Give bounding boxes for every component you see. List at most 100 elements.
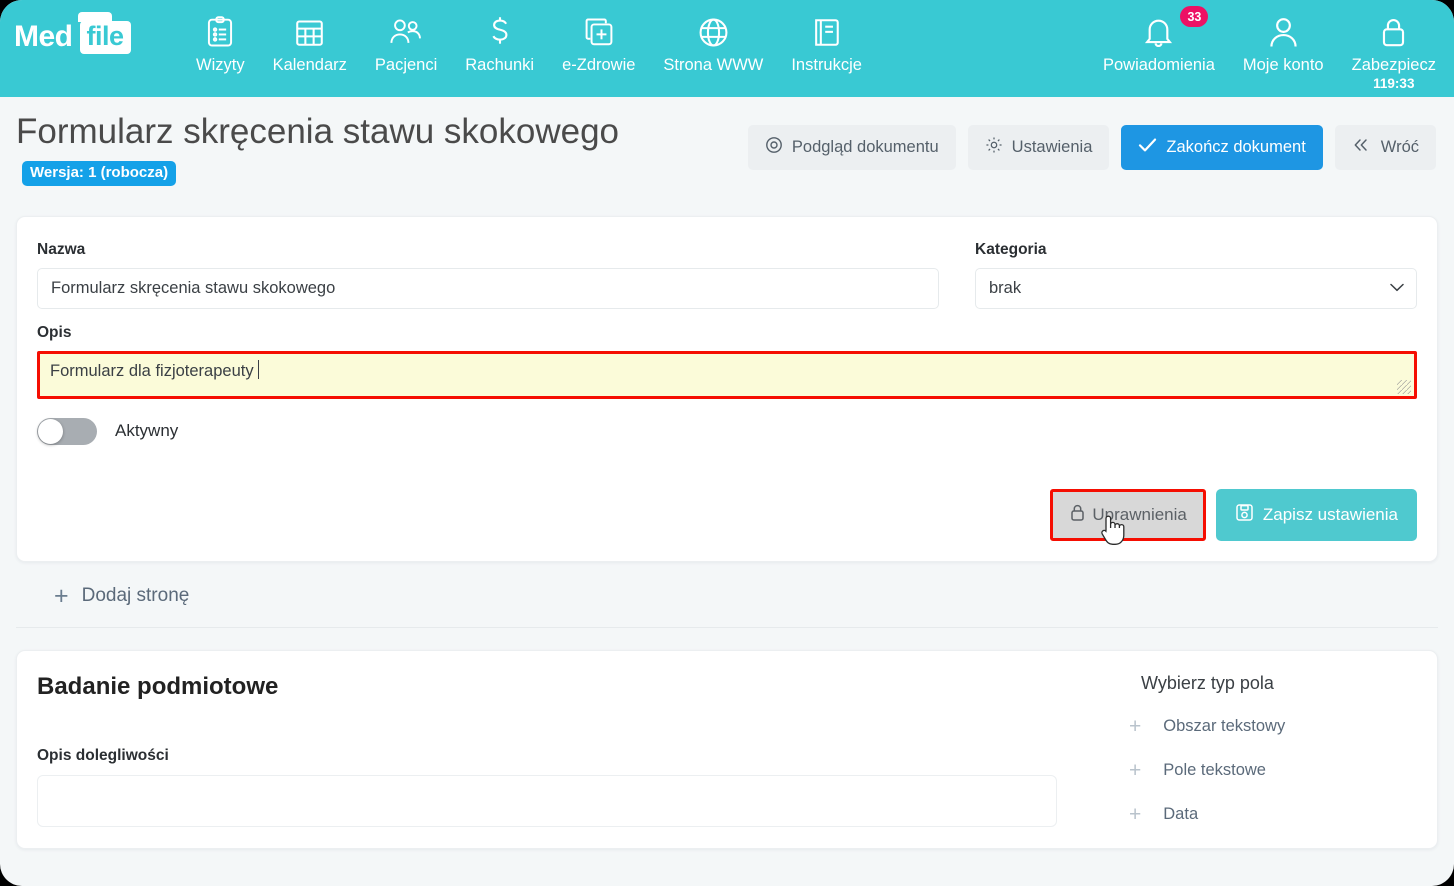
nav-item-moje-konto[interactable]: Moje konto [1229, 12, 1338, 75]
nav-item-strona-www[interactable]: Strona WWW [649, 12, 777, 75]
field-type-textarea-label: Obszar tekstowy [1163, 716, 1286, 735]
version-badge: Wersja: 1 (robocza) [22, 161, 177, 186]
app-window: Med file Wizyty Kalendarz Pacjenci Rachu… [0, 0, 1454, 886]
complaints-description-input[interactable] [37, 774, 1057, 827]
active-toggle[interactable] [37, 417, 97, 445]
nav-item-ezdrowie[interactable]: e-Zdrowie [548, 12, 649, 75]
nav-label-ezdrowie: e-Zdrowie [562, 56, 636, 74]
section-left: Badanie podmiotowe Opis dolegliwości [37, 673, 1087, 848]
resize-handle[interactable] [1397, 379, 1411, 394]
field-type-date[interactable]: + Data [1095, 804, 1417, 825]
preview-document-label: Podgląd dokumentu [791, 138, 939, 156]
nav-label-powiadomienia: Powiadomienia [1102, 56, 1215, 74]
form-section-card: Badanie podmiotowe Opis dolegliwości Wyb… [16, 649, 1438, 849]
nav-label-strona-www: Strona WWW [663, 56, 764, 74]
session-timer: 119:33 [1373, 76, 1415, 91]
settings-button[interactable]: Ustawienia [967, 125, 1110, 170]
header-actions: Podgląd dokumentu Ustawienia Zakończ dok… [747, 125, 1438, 170]
name-category-row: Nazwa Kategoria [37, 241, 1417, 309]
brand-logo[interactable]: Med file [14, 11, 154, 54]
permissions-button[interactable]: Uprawnienia [1050, 488, 1206, 545]
calendar-icon [294, 12, 325, 52]
field-type-textfield[interactable]: + Pole tekstowe [1095, 760, 1417, 781]
nav-item-wizyty[interactable]: Wizyty [182, 12, 259, 75]
plus-icon: + [54, 581, 69, 610]
save-settings-button[interactable]: Zapisz ustawienia [1215, 488, 1417, 541]
section-title: Badanie podmiotowe [37, 672, 279, 700]
back-label: Wróć [1380, 138, 1419, 156]
patients-icon [389, 12, 423, 52]
save-disk-icon [1235, 503, 1254, 527]
page-header: Formularz skręcenia stawu skokowego Wersj… [0, 97, 1454, 194]
active-toggle-label: Aktywny [115, 421, 179, 441]
nav-label-wizyty: Wizyty [196, 56, 245, 74]
document-settings-card: Nazwa Kategoria Opis [16, 215, 1438, 562]
field-type-textfield-label: Pole tekstowe [1163, 760, 1266, 779]
section-field-label: Opis dolegliwości [37, 746, 169, 764]
plus-icon: + [1129, 802, 1142, 826]
page-title-text: Formularz skręcenia stawu skokowego [16, 112, 620, 151]
dollar-icon [487, 12, 513, 52]
brand-name-file: file [77, 11, 131, 54]
gear-icon [985, 136, 1003, 159]
nav-label-rachunki: Rachunki [465, 56, 535, 74]
nav-right-group: 33 Powiadomienia Moje konto Zabezpiecz 1… [1089, 6, 1450, 91]
nav-item-rachunki[interactable]: Rachunki [451, 12, 548, 75]
page-title: Formularz skręcenia stawu skokowego Wersj… [16, 111, 656, 194]
finish-document-label: Zakończ dokument [1166, 138, 1306, 156]
lock-icon [1379, 12, 1408, 52]
permissions-label: Uprawnienia [1092, 504, 1187, 524]
nav-item-zabezpiecz[interactable]: Zabezpiecz 119:33 [1338, 12, 1450, 91]
nav-items: Wizyty Kalendarz Pacjenci Rachunki e-Zdr… [182, 12, 876, 75]
globe-icon [698, 12, 729, 52]
name-field-group: Nazwa [37, 241, 939, 309]
nav-item-pacjenci[interactable]: Pacjenci [361, 12, 451, 75]
lock-icon [1069, 503, 1086, 527]
main-content: Nazwa Kategoria Opis [0, 194, 1454, 562]
plus-icon: + [1129, 714, 1142, 738]
back-icon [1352, 137, 1372, 158]
category-select[interactable] [975, 267, 1417, 309]
finish-document-button[interactable]: Zakończ dokument [1121, 125, 1323, 170]
top-navigation-bar: Med file Wizyty Kalendarz Pacjenci Rachu… [0, 0, 1454, 97]
description-label: Opis [37, 323, 72, 341]
field-type-picker-title: Wybierz typ pola [1141, 672, 1274, 693]
save-settings-label: Zapisz ustawienia [1262, 504, 1398, 524]
notification-badge: 33 [1180, 6, 1209, 27]
nav-label-moje-konto: Moje konto [1242, 56, 1324, 74]
bell-icon: 33 [1142, 6, 1209, 52]
nav-label-zabezpiecz: Zabezpiecz [1351, 56, 1436, 74]
add-page-section: + Dodaj stronę [16, 562, 1438, 628]
nav-label-kalendarz: Kalendarz [272, 56, 347, 74]
brand-name-med: Med [14, 20, 73, 53]
add-page-button[interactable]: + Dodaj stronę [54, 581, 190, 610]
field-type-date-label: Data [1163, 804, 1199, 823]
ehealth-icon [584, 12, 614, 52]
description-value: Formularz dla fizjoterapeuty [50, 361, 254, 380]
text-caret [257, 359, 259, 379]
nav-item-powiadomienia[interactable]: 33 Powiadomienia [1089, 6, 1229, 75]
nav-label-instrukcje: Instrukcje [791, 56, 862, 74]
description-textarea[interactable]: Formularz dla fizjoterapeuty [37, 350, 1417, 399]
name-label: Nazwa [37, 240, 86, 258]
book-icon [812, 12, 841, 52]
eye-icon [765, 136, 783, 159]
user-icon [1268, 12, 1299, 52]
active-toggle-row: Aktywny [37, 417, 1417, 445]
back-button[interactable]: Wróć [1334, 125, 1436, 170]
nav-label-pacjenci: Pacjenci [374, 56, 438, 74]
nav-item-instrukcje[interactable]: Instrukcje [777, 12, 876, 75]
toggle-knob [38, 418, 63, 444]
name-input[interactable] [37, 267, 939, 309]
plus-icon: + [1129, 758, 1142, 782]
nav-item-kalendarz[interactable]: Kalendarz [259, 12, 361, 75]
card-actions: Uprawnienia Zapisz ustawienia [37, 488, 1417, 545]
field-type-picker: Wybierz typ pola + Obszar tekstowy + Pol… [1087, 673, 1417, 848]
category-field-group: Kategoria [975, 241, 1417, 309]
description-field-group: Opis Formularz dla fizjoterapeuty [37, 324, 1417, 399]
check-icon [1138, 137, 1157, 158]
preview-document-button[interactable]: Podgląd dokumentu [747, 125, 956, 170]
clipboard-icon [205, 12, 235, 52]
add-page-label: Dodaj stronę [81, 585, 190, 607]
field-type-textarea[interactable]: + Obszar tekstowy [1095, 716, 1417, 737]
